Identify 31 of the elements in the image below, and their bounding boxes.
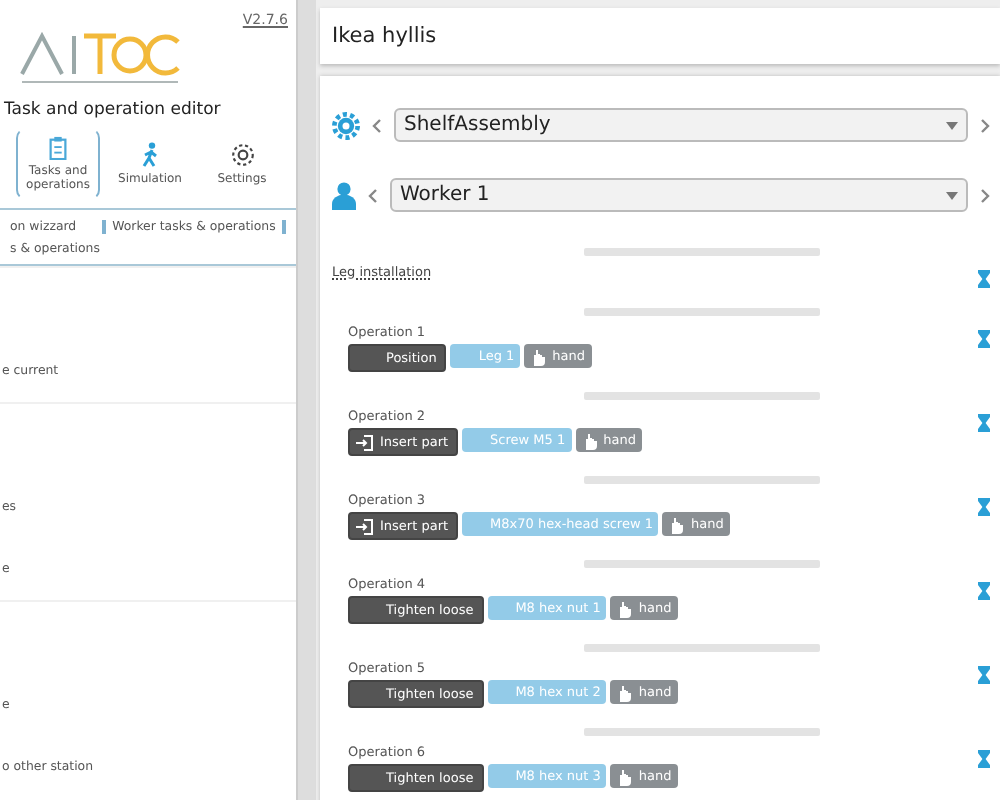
- hourglass-icon[interactable]: [978, 666, 990, 684]
- hourglass-icon[interactable]: [978, 498, 990, 516]
- insert-icon: [356, 517, 374, 535]
- previous-icon[interactable]: [368, 187, 378, 203]
- caret-icon: [946, 191, 958, 199]
- hand-icon: [581, 431, 598, 449]
- hourglass-icon[interactable]: [978, 270, 990, 288]
- hand-icon: [668, 515, 685, 533]
- editor-title: Task and operation editor: [2, 98, 223, 120]
- walking-figure-icon: [140, 142, 160, 168]
- clipboard-icon: [48, 136, 68, 160]
- settings-icon: [229, 142, 255, 168]
- previous-icon[interactable]: [372, 117, 382, 133]
- hand-icon: [616, 599, 633, 617]
- hourglass-icon[interactable]: [978, 582, 990, 600]
- hourglass-icon[interactable]: [978, 750, 990, 768]
- next-icon[interactable]: [980, 117, 990, 133]
- hourglass-icon[interactable]: [978, 414, 990, 432]
- hand-icon: [530, 347, 547, 365]
- next-icon[interactable]: [980, 187, 990, 203]
- hand-icon: [616, 767, 633, 785]
- scrollbar[interactable]: [296, 0, 316, 800]
- caret-icon: [946, 121, 958, 129]
- dropdown[interactable]: ShelfAssembly: [394, 108, 968, 142]
- insert-icon: [356, 433, 374, 451]
- hand-icon: [616, 683, 633, 701]
- dropdown[interactable]: Worker 1: [390, 178, 968, 212]
- hourglass-icon[interactable]: [978, 330, 990, 348]
- project-title: Ikea hyllis: [320, 8, 1000, 64]
- settings-icon: [332, 111, 360, 139]
- person-icon: [332, 181, 356, 209]
